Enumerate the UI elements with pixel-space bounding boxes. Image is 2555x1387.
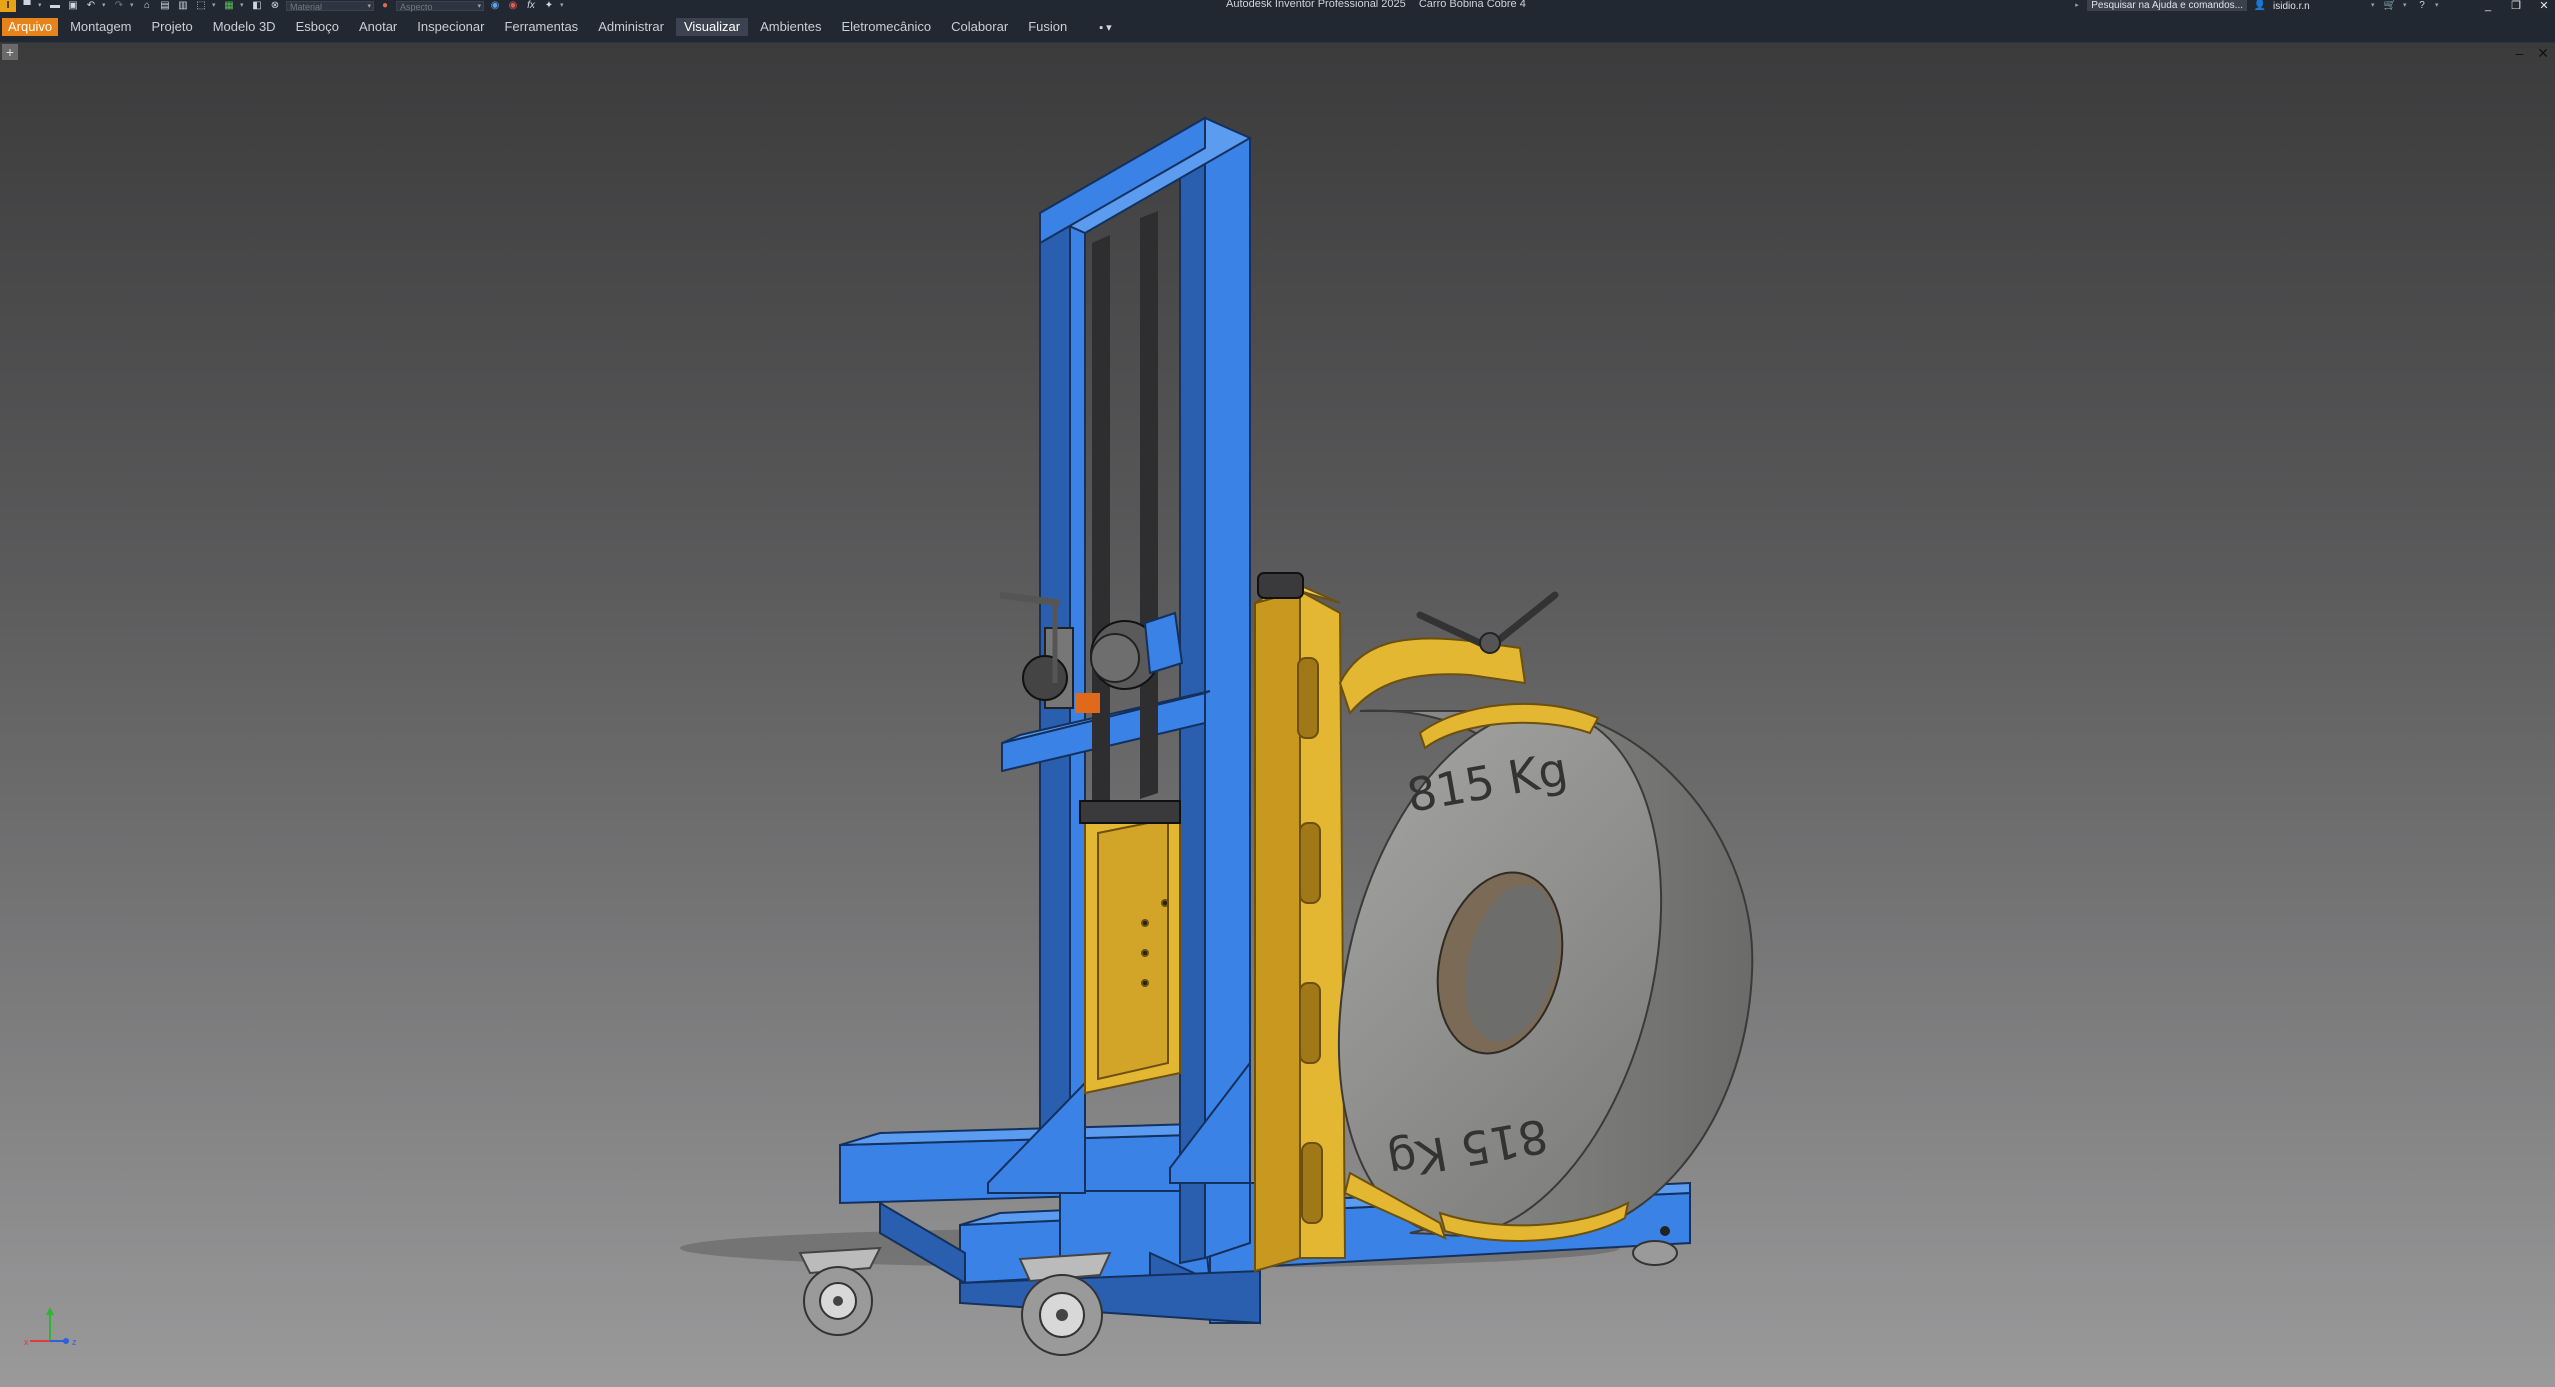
user-dropdown-icon[interactable]: ▾	[2371, 1, 2377, 11]
ribbon-tabs: Arquivo Montagem Projeto Modelo 3D Esboç…	[0, 12, 2555, 42]
triad-x-label: x	[24, 1337, 29, 1347]
app-title: Autodesk Inventor Professional 2025	[1226, 0, 1406, 10]
tab-modelo-3d[interactable]: Modelo 3D	[205, 18, 284, 36]
ribbon: Arquivo Montagem Projeto Modelo 3D Esboç…	[0, 12, 2555, 43]
help-dropdown-icon[interactable]: ▾	[2435, 1, 2441, 11]
appearance-select[interactable]: Aspecto ▾	[396, 1, 484, 12]
tab-fusion[interactable]: Fusion	[1020, 18, 1075, 36]
clear-icon[interactable]: ⊗	[268, 1, 282, 11]
tab-visualizar[interactable]: Visualizar	[675, 18, 749, 36]
adjust-appearance-icon[interactable]: ◉	[488, 1, 502, 11]
chevron-down-icon: ▾	[477, 3, 481, 10]
tab-ambientes[interactable]: Ambientes	[752, 18, 829, 36]
tab-eletromecanico[interactable]: Eletromecânico	[833, 18, 939, 36]
appearance-placeholder: Aspecto	[400, 2, 433, 12]
print-icon[interactable]: ▤	[158, 1, 172, 11]
user-icon: 👤	[2253, 0, 2267, 11]
chevron-down-icon: ▾	[367, 3, 371, 10]
new-dropdown-icon[interactable]: ▾	[38, 1, 44, 11]
update-icon[interactable]: ▥	[176, 1, 190, 11]
select-icon[interactable]: ⬚	[194, 1, 208, 11]
undo-dropdown-icon[interactable]: ▾	[102, 1, 108, 11]
tab-montagem[interactable]: Montagem	[62, 18, 139, 36]
search-expand-icon[interactable]: ▸	[2075, 1, 2081, 11]
minimize-window-button[interactable]: _	[2477, 0, 2499, 11]
redo-icon[interactable]: ↷	[112, 1, 126, 11]
support-column[interactable]	[1254, 572, 1347, 1273]
help-search-input[interactable]: Pesquisar na Ajuda e comandos...	[2087, 0, 2247, 11]
title-right-tools: ▸ Pesquisar na Ajuda e comandos... 👤 isi…	[2075, 0, 2555, 12]
redo-dropdown-icon[interactable]: ▾	[130, 1, 136, 11]
open-folder-icon[interactable]: ▬	[48, 1, 62, 11]
cart-icon[interactable]: 🛒	[2383, 1, 2397, 11]
appearance-icon: ●	[381, 0, 389, 11]
tab-colaborar[interactable]: Colaborar	[943, 18, 1016, 36]
carriage-plate[interactable]	[1079, 800, 1181, 1095]
tab-esboco[interactable]: Esboço	[288, 18, 347, 36]
ribbon-display-options-icon[interactable]: ▪ ▾	[1099, 21, 1111, 34]
tab-administrar[interactable]: Administrar	[590, 18, 672, 36]
tab-inspecionar[interactable]: Inspecionar	[409, 18, 492, 36]
inventor-logo-icon[interactable]: I	[0, 0, 16, 12]
select-dropdown-icon[interactable]: ▾	[212, 1, 218, 11]
window-title: Autodesk Inventor Professional 2025 Carr…	[1226, 0, 1536, 10]
material-select[interactable]: Material ▾	[286, 1, 374, 12]
view-triad[interactable]: x z	[22, 1305, 82, 1355]
undo-icon[interactable]: ↶	[84, 1, 98, 11]
help-icon[interactable]: ?	[2415, 1, 2429, 11]
tab-arquivo[interactable]: Arquivo	[2, 18, 59, 36]
front-right-caster[interactable]	[1018, 1251, 1112, 1356]
front-left-caster[interactable]	[798, 1246, 882, 1336]
clear-appearance-icon[interactable]: ◉	[506, 1, 520, 11]
title-bar: I ▀ ▾ ▬ ▣ ↶ ▾ ↷ ▾ ⌂ ▤ ▥ ⬚ ▾ ▦ ▾ ◧ ⊗ Mate…	[0, 0, 2555, 12]
tab-projeto[interactable]: Projeto	[144, 18, 201, 36]
cart-dropdown-icon[interactable]: ▾	[2403, 1, 2409, 11]
triad-z-label: z	[72, 1337, 77, 1347]
customize-dropdown-icon[interactable]: ▾	[560, 1, 566, 11]
fx-icon[interactable]: fx	[524, 1, 538, 11]
more-tools-icon[interactable]: ✦	[542, 1, 556, 11]
save-icon[interactable]: ▣	[66, 1, 80, 11]
user-name[interactable]: isidio.r.n	[2273, 1, 2365, 11]
document-title: Carro Bobina Cobre 4	[1418, 0, 1526, 10]
close-window-button[interactable]: ✕	[2533, 0, 2555, 11]
new-file-icon[interactable]: ▀	[20, 1, 34, 11]
tab-anotar[interactable]: Anotar	[351, 18, 405, 36]
quick-access-toolbar: I ▀ ▾ ▬ ▣ ↶ ▾ ↷ ▾ ⌂ ▤ ▥ ⬚ ▾ ▦ ▾ ◧ ⊗ Mate…	[0, 0, 566, 12]
measure-dropdown-icon[interactable]: ▾	[240, 1, 246, 11]
visibility-icon[interactable]: ◧	[250, 1, 264, 11]
material-placeholder: Material	[290, 2, 323, 12]
measure-icon[interactable]: ▦	[222, 1, 236, 11]
assembly-model[interactable]: 815 Kg 815 Kg	[0, 43, 2555, 1387]
graphics-window[interactable]: + – ✕ 815 Kg 815 Kg x z	[0, 43, 2555, 1387]
restore-window-button[interactable]: ❐	[2505, 0, 2527, 11]
home-icon[interactable]: ⌂	[140, 1, 154, 11]
tab-ferramentas[interactable]: Ferramentas	[496, 18, 586, 36]
